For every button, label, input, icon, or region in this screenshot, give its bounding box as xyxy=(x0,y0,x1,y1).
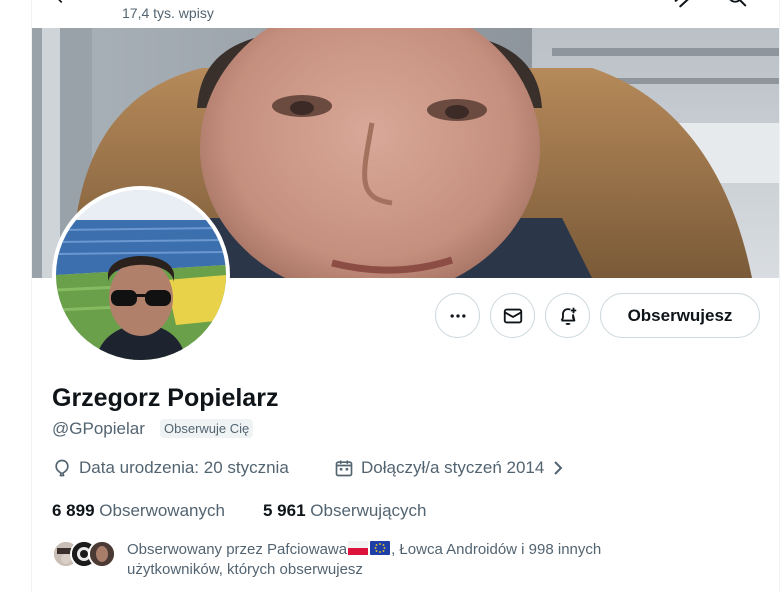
flag-poland-icon xyxy=(348,541,369,555)
following-link[interactable]: 6 899 Obserwowanych xyxy=(52,501,225,521)
following-button[interactable]: Obserwujesz xyxy=(600,293,760,338)
fyk-prefix: Obserwowany przez Pafciowawa xyxy=(127,541,348,558)
birthday-text: Data urodzenia: 20 stycznia xyxy=(79,458,289,477)
calendar-icon xyxy=(335,460,353,477)
follows-you-badge: Obserwuje Cię xyxy=(160,419,254,438)
flag-eu-icon xyxy=(370,541,391,555)
chevron-right-icon xyxy=(554,461,563,475)
more-options-button[interactable] xyxy=(435,293,480,338)
back-arrow-icon[interactable] xyxy=(50,0,70,8)
balloon-icon xyxy=(55,459,69,477)
followers-label: Obserwujących xyxy=(310,501,427,520)
followers-link[interactable]: 5 961 Obserwujących xyxy=(263,501,427,521)
post-count: 17,4 tys. wpisy xyxy=(122,5,214,21)
bell-plus-icon xyxy=(560,307,576,325)
grok-icon[interactable] xyxy=(672,0,694,10)
user-handle: @GPopielar xyxy=(52,419,145,438)
mutual-avatars xyxy=(52,540,116,568)
notifications-button[interactable] xyxy=(545,293,590,338)
more-horizontal-icon xyxy=(450,313,465,318)
search-icon[interactable] xyxy=(726,0,748,10)
avatar-photo xyxy=(56,190,226,360)
followers-you-know-text: Obserwowany przez Pafciowawa , Łowca Andr… xyxy=(127,540,687,580)
display-name: Grzegorz Popielarz xyxy=(52,384,279,412)
profile-header-bar: 17,4 tys. wpisy xyxy=(32,0,779,28)
following-label: Obserwowanych xyxy=(99,501,225,520)
column-divider-right xyxy=(779,0,780,592)
joined-info[interactable]: Dołączył/a styczeń 2014 xyxy=(334,458,565,478)
followers-count: 5 961 xyxy=(263,501,306,520)
mutual-avatar xyxy=(88,540,116,568)
joined-text: Dołączył/a styczeń 2014 xyxy=(361,458,545,477)
fyk-middle: , Łowca Androidów i 998 innych xyxy=(391,541,602,558)
message-button[interactable] xyxy=(490,293,535,338)
fyk-suffix: użytkowników, których obserwujesz xyxy=(127,561,363,578)
following-count: 6 899 xyxy=(52,501,95,520)
birthday-info: Data urodzenia: 20 stycznia xyxy=(52,458,289,478)
mail-icon xyxy=(503,308,522,323)
profile-avatar[interactable] xyxy=(52,186,230,364)
